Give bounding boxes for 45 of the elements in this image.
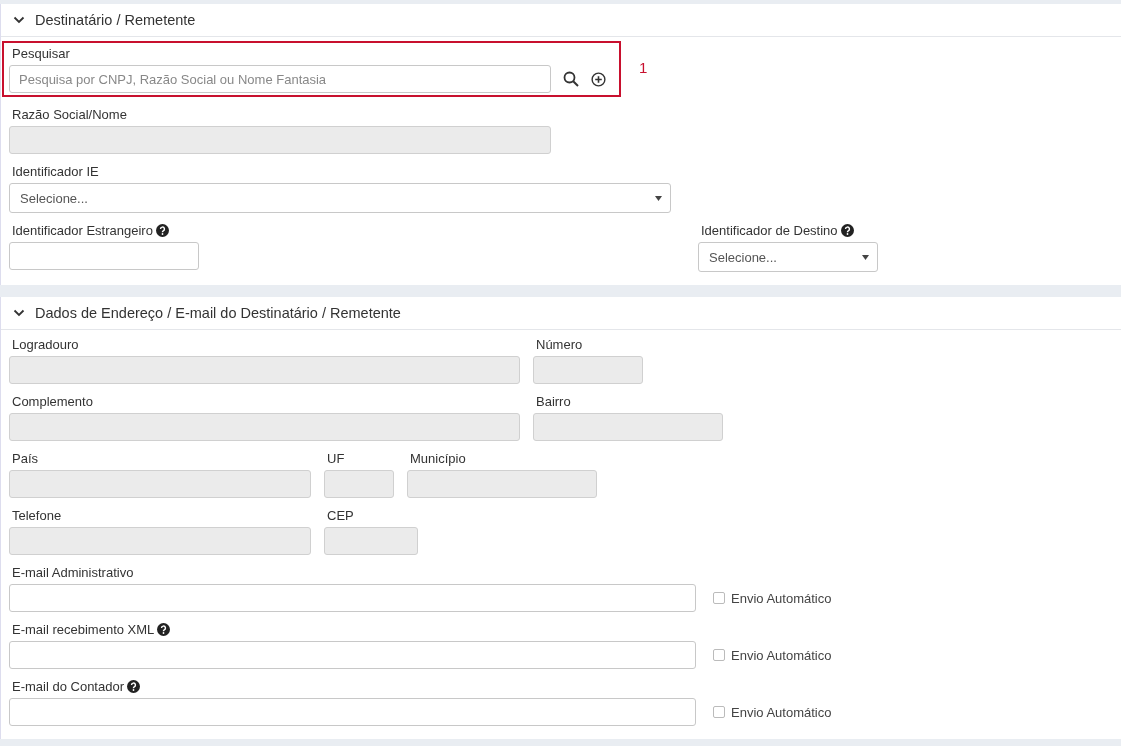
field-label: Identificador Estrangeiro <box>12 222 153 238</box>
field-label: Município <box>410 450 466 466</box>
add-icon[interactable] <box>591 71 606 87</box>
input-field[interactable] <box>9 242 199 270</box>
checkbox[interactable] <box>713 706 725 718</box>
input-field[interactable] <box>9 698 696 726</box>
field-label: Bairro <box>536 393 571 409</box>
section-header[interactable]: Destinatário / Remetente <box>1 4 1121 37</box>
field-label: País <box>12 450 38 466</box>
field-label: E-mail Administrativo <box>12 564 134 580</box>
field-label: Razão Social/Nome <box>12 106 127 122</box>
chevron-icon <box>13 307 25 319</box>
section-title: Dados de Endereço / E-mail do Destinatário / Remetente <box>35 305 401 321</box>
search-icon[interactable] <box>563 71 579 87</box>
checkbox[interactable] <box>713 592 725 604</box>
select-field[interactable]: Selecione... <box>698 242 878 272</box>
help-icon[interactable] <box>127 679 140 693</box>
callout-number: 1 <box>639 59 648 76</box>
checkbox-label: Envio Automático <box>731 647 832 663</box>
field-label: Telefone <box>12 507 62 523</box>
field-label: UF <box>327 450 345 466</box>
field-label: Identificador IE <box>12 163 99 179</box>
field-label: E-mail do Contador <box>12 678 124 694</box>
help-icon[interactable] <box>157 622 171 636</box>
input-field[interactable] <box>9 641 696 669</box>
field-label: Pesquisar <box>12 45 70 61</box>
caret-icon <box>862 254 869 260</box>
field-label: Número <box>536 336 583 352</box>
checkbox-label: Envio Automático <box>731 590 832 606</box>
checkbox[interactable] <box>713 649 725 661</box>
chevron-icon <box>13 14 25 26</box>
section-title: Destinatário / Remetente <box>35 12 196 28</box>
select-field[interactable]: Selecione... <box>9 183 671 213</box>
help-icon[interactable] <box>155 223 169 237</box>
field-label: E-mail recebimento XML <box>12 621 155 637</box>
field-label: Logradouro <box>12 336 79 352</box>
section-header[interactable]: Dados de Endereço / E-mail do Destinatário / Remetente <box>1 297 1121 330</box>
input-field[interactable] <box>9 584 696 612</box>
search-field[interactable]: Pesquisa por CNPJ, Razão Social ou Nome Fantasia <box>9 65 551 93</box>
field-label: Identificador de Destino <box>701 222 838 238</box>
caret-icon <box>655 195 662 201</box>
field-label: Complemento <box>12 393 93 409</box>
help-icon[interactable] <box>840 223 854 237</box>
checkbox-label: Envio Automático <box>731 704 832 720</box>
field-label: CEP <box>327 507 354 523</box>
